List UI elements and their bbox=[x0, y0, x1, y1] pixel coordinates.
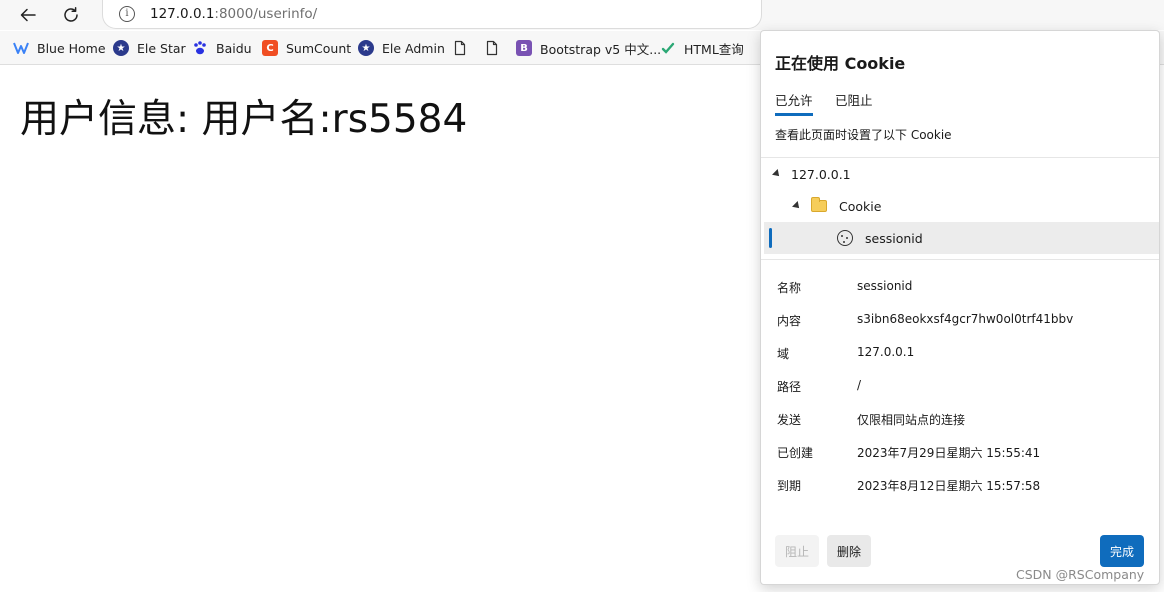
reload-button[interactable] bbox=[58, 2, 84, 28]
ele-star-icon: ★ bbox=[113, 40, 129, 56]
html-query-icon bbox=[660, 40, 676, 56]
tree-cookie-label: sessionid bbox=[865, 230, 923, 246]
watermark: CSDN @RSCompany bbox=[1016, 567, 1145, 582]
document-icon bbox=[484, 40, 500, 56]
tree-site-label: 127.0.0.1 bbox=[791, 166, 851, 182]
bookmark-label: Baidu bbox=[216, 40, 252, 56]
detail-label-name: 名称 bbox=[777, 281, 802, 295]
site-info-icon[interactable]: i bbox=[119, 6, 135, 22]
bootstrap-icon: B bbox=[516, 40, 532, 56]
url-path: :8000/userinfo/ bbox=[214, 6, 318, 22]
bookmark-label: Blue Home bbox=[37, 40, 106, 56]
detail-value-expires: 2023年8月12日星期六 15:57:58 bbox=[857, 479, 1041, 493]
address-bar[interactable]: i 127.0.0.1:8000/userinfo/ bbox=[102, 0, 762, 29]
detail-value-created: 2023年7月29日星期六 15:55:41 bbox=[857, 446, 1041, 460]
bookmark-baidu[interactable]: Baidu bbox=[192, 38, 252, 58]
delete-button[interactable]: 删除 bbox=[827, 535, 871, 567]
detail-label-domain: 域 bbox=[777, 347, 790, 361]
arrow-left-icon bbox=[20, 8, 36, 22]
detail-value-path: / bbox=[857, 378, 862, 392]
detail-label-created: 已创建 bbox=[777, 446, 814, 460]
detail-value-name: sessionid bbox=[857, 279, 913, 293]
bookmark-label: Ele Admin bbox=[382, 40, 445, 56]
panel-description: 查看此页面时设置了以下 Cookie bbox=[775, 128, 952, 142]
panel-title: 正在使用 Cookie bbox=[775, 54, 906, 73]
folder-icon bbox=[811, 197, 827, 212]
detail-value-content: s3ibn68eokxsf4gcr7hw0ol0trf41bbv bbox=[857, 312, 1074, 326]
tree-item-site[interactable]: 127.0.0.1 bbox=[761, 158, 1159, 190]
bookmark-blue-home[interactable]: Blue Home bbox=[13, 38, 106, 58]
tab-blocked[interactable]: 已阻止 bbox=[835, 90, 873, 113]
bookmark-sumcount[interactable]: C SumCount bbox=[262, 38, 351, 58]
bookmark-label: SumCount bbox=[286, 40, 352, 56]
reload-icon bbox=[64, 7, 78, 22]
detail-label-expires: 到期 bbox=[777, 479, 802, 493]
detail-label-content: 内容 bbox=[777, 314, 802, 328]
document-icon bbox=[452, 40, 468, 56]
bookmark-bootstrap[interactable]: B Bootstrap v5 中文... bbox=[516, 38, 661, 58]
expand-triangle-icon[interactable] bbox=[772, 169, 782, 179]
detail-value-send: 仅限相同站点的连接 bbox=[857, 413, 966, 427]
ele-admin-icon: ★ bbox=[358, 40, 374, 56]
tree-item-folder[interactable]: Cookie bbox=[761, 190, 1159, 222]
url-host: 127.0.0.1 bbox=[150, 6, 215, 22]
selection-indicator bbox=[769, 228, 772, 248]
tree-item-cookie[interactable]: sessionid bbox=[764, 222, 1159, 254]
page-heading: 用户信息: 用户名:rs5584 bbox=[20, 97, 468, 142]
browser-toolbar: i 127.0.0.1:8000/userinfo/ bbox=[0, 0, 1164, 30]
bookmark-doc-2[interactable] bbox=[484, 38, 508, 58]
bookmark-ele-admin[interactable]: ★ Ele Admin bbox=[358, 38, 445, 58]
bookmark-label: Ele Star bbox=[137, 40, 186, 56]
detail-label-path: 路径 bbox=[777, 380, 802, 394]
detail-value-domain: 127.0.0.1 bbox=[857, 345, 915, 359]
tab-allowed[interactable]: 已允许 bbox=[775, 90, 813, 116]
detail-label-send: 发送 bbox=[777, 413, 802, 427]
sumcount-icon: C bbox=[262, 40, 278, 56]
tree-folder-label: Cookie bbox=[839, 198, 882, 214]
cookie-panel: 正在使用 Cookie 已允许 已阻止 查看此页面时设置了以下 Cookie 1… bbox=[760, 30, 1160, 585]
cookie-icon bbox=[837, 230, 853, 246]
divider bbox=[761, 259, 1159, 260]
expand-triangle-icon[interactable] bbox=[792, 201, 802, 211]
bookmark-ele-star[interactable]: ★ Ele Star bbox=[113, 38, 186, 58]
bookmark-html-query[interactable]: HTML查询 bbox=[660, 38, 744, 58]
block-button[interactable]: 阻止 bbox=[775, 535, 819, 567]
back-button[interactable] bbox=[15, 2, 41, 28]
blue-home-icon bbox=[13, 40, 29, 56]
url-text[interactable]: 127.0.0.1:8000/userinfo/ bbox=[150, 6, 317, 22]
bookmark-label: HTML查询 bbox=[684, 41, 744, 57]
bookmark-label: Bootstrap v5 中文... bbox=[540, 41, 662, 57]
baidu-paw-icon bbox=[192, 40, 208, 56]
bookmark-doc-1[interactable] bbox=[452, 38, 476, 58]
done-button[interactable]: 完成 bbox=[1100, 535, 1144, 567]
